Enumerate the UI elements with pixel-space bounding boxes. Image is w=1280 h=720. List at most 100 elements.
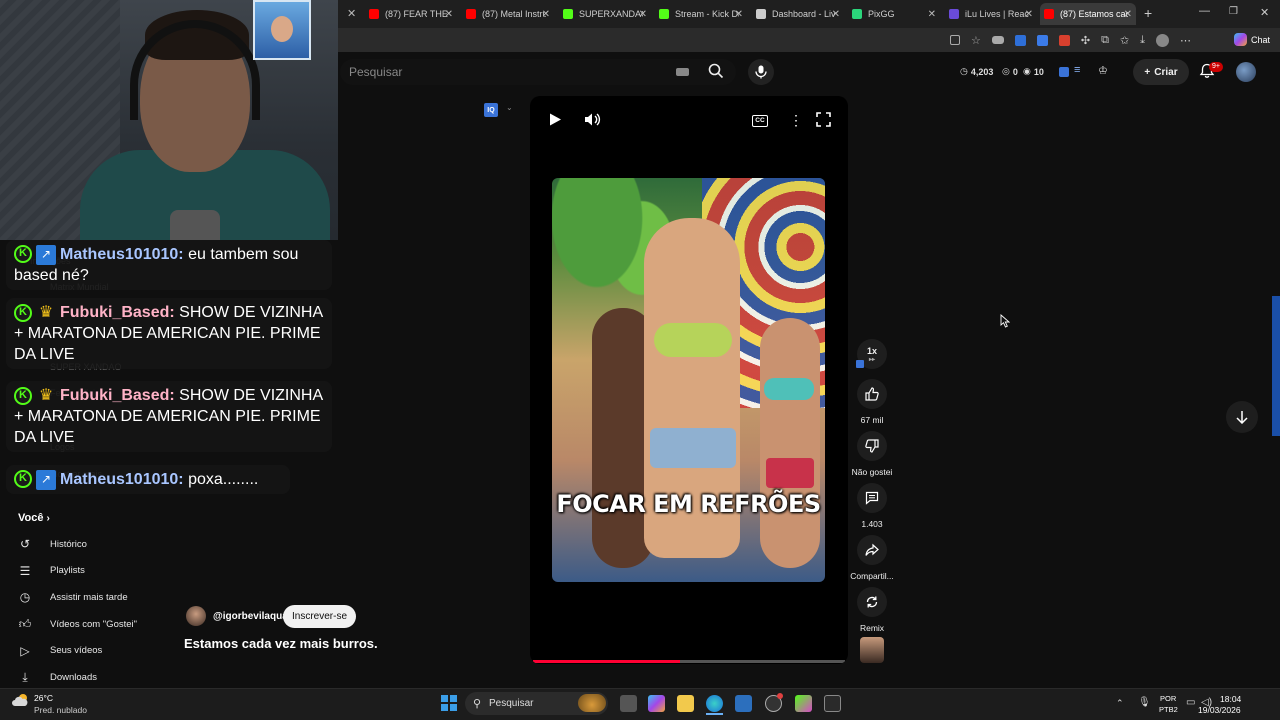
profile-icon[interactable] [1156, 33, 1170, 47]
tab-close-icon[interactable]: ✕ [735, 9, 743, 20]
sidebar-item[interactable]: ◷ Assistir mais tarde [18, 586, 318, 608]
channel-avatar[interactable] [186, 606, 206, 626]
office-icon[interactable] [1058, 34, 1070, 46]
list-icon[interactable]: ≡ [1074, 64, 1080, 76]
iq-extension-icon[interactable] [1059, 67, 1069, 77]
tab-close-icon[interactable]: ✕ [445, 9, 453, 20]
clock-time[interactable]: 18:04 [1220, 694, 1241, 704]
tab-close-icon[interactable]: ✕ [639, 9, 647, 20]
download-icon[interactable]: ⤓ [1140, 34, 1145, 47]
sidebar-item[interactable]: ⤓ Downloads [18, 667, 318, 689]
tray-chevron-icon[interactable]: ⌃ [1116, 698, 1124, 709]
remix-button[interactable]: Remix [850, 587, 894, 633]
translate-icon[interactable] [1036, 34, 1048, 46]
share-button[interactable]: Compartil... [850, 535, 894, 581]
keyboard-icon[interactable] [676, 68, 689, 76]
chat-text: poxa........ [188, 471, 259, 488]
search-highlight-icon[interactable] [578, 694, 606, 712]
split-screen-icon[interactable]: ⧉ [1101, 34, 1109, 47]
browser-tab[interactable]: (87) Metal Instru ✕ [462, 3, 554, 25]
tab-label: iLu Lives | React [965, 9, 1029, 19]
task-view-icon[interactable] [620, 695, 637, 712]
weather-description[interactable]: Pred. nublado [34, 705, 87, 715]
store-icon[interactable] [735, 695, 752, 712]
favorites-icon[interactable]: ✩ [1120, 34, 1129, 47]
tab-close-icon[interactable]: ✕ [542, 9, 550, 20]
shorts-player[interactable]: CC ⋮ FOCAR EM REFRÕES [530, 96, 848, 664]
browser-tab[interactable]: (87) Estamos cad ✕ [1040, 3, 1136, 25]
search-icon[interactable] [708, 63, 724, 84]
keyboard-layout[interactable]: PTB2 [1159, 705, 1178, 714]
copilot-chat-button[interactable]: Chat [1234, 33, 1270, 46]
create-button[interactable]: + Criar [1133, 59, 1189, 85]
like-icon: 👍︎ [18, 616, 32, 631]
edge-icon[interactable] [706, 695, 723, 712]
tab-close-icon[interactable]: ✕ [928, 9, 936, 20]
app-icon[interactable] [795, 695, 812, 712]
file-explorer-icon[interactable] [677, 695, 694, 712]
extension-shield-icon[interactable] [1014, 34, 1026, 46]
progress-bar[interactable] [533, 660, 845, 663]
voice-search-button[interactable] [748, 59, 774, 85]
account-avatar[interactable] [1236, 62, 1256, 82]
browser-tab[interactable]: (87) FEAR THE C✕ [365, 3, 457, 25]
language-indicator[interactable]: POR [1160, 694, 1176, 703]
tab-label: Stream - Kick Da [675, 9, 739, 19]
browser-tab[interactable]: iLu Lives | React ✕ [945, 3, 1037, 25]
chat-badges: K ♛ [14, 303, 56, 322]
play-icon[interactable] [548, 112, 562, 131]
extension-icon[interactable] [991, 36, 1004, 44]
close-window-button[interactable]: ✕ [1260, 6, 1269, 19]
weather-temp[interactable]: 26°C [34, 693, 53, 703]
network-icon[interactable]: ▭ [1186, 697, 1195, 708]
tab-close-icon[interactable]: ✕ [1124, 9, 1132, 20]
browser-tab[interactable]: SUPERXANDAO ✕ [559, 3, 651, 25]
browser-tab[interactable]: Dashboard - Liv ✕ [752, 3, 844, 25]
search-icon: ⚲ [473, 698, 482, 710]
stat-clock: ◷ 4,203 [960, 66, 994, 77]
kick-badge-icon: K [14, 386, 32, 405]
iq-extension-chip[interactable]: IQ [484, 103, 498, 117]
sidebar-item[interactable]: ☰ Playlists [18, 560, 318, 582]
channel-handle[interactable]: @igorbevilaqua [213, 611, 288, 622]
more-options-icon[interactable]: ⋮ [789, 112, 803, 129]
close-tab-icon[interactable]: ✕ [347, 7, 356, 20]
windows-start-icon[interactable] [441, 695, 457, 711]
copilot-app-icon[interactable] [648, 695, 665, 712]
tray-mic-icon[interactable]: 🎙 [1138, 697, 1151, 708]
notepad-icon[interactable] [824, 695, 841, 712]
mouse-cursor-icon [1000, 314, 1011, 333]
browser-tab[interactable]: PixGG ✕ [848, 3, 940, 25]
star-icon[interactable]: ☆ [971, 34, 981, 47]
browser-tab[interactable]: Stream - Kick Da ✕ [655, 3, 747, 25]
chevron-down-icon[interactable]: ⌄ [506, 103, 513, 112]
puzzle-icon[interactable]: ✣ [1081, 34, 1090, 47]
sidebar-item[interactable]: ↺ Histórico [18, 533, 318, 555]
weather-cloud-icon[interactable] [12, 693, 30, 707]
tab-close-icon[interactable]: ✕ [1025, 9, 1033, 20]
video-frame[interactable]: FOCAR EM REFRÕES [552, 178, 825, 582]
like-button[interactable]: 67 mil [850, 379, 894, 425]
search-input[interactable]: Pesquisar [349, 65, 402, 79]
subscribe-button[interactable]: Inscrever-se [283, 605, 356, 628]
clock-date[interactable]: 19/03/2026 [1198, 705, 1241, 715]
reader-icon[interactable] [950, 35, 960, 45]
fullscreen-icon[interactable] [816, 112, 831, 131]
maximize-button[interactable]: ❐ [1229, 6, 1238, 17]
tab-label: PixGG [868, 9, 895, 19]
channel-thumbnail[interactable] [860, 637, 884, 663]
more-icon[interactable]: ⋯ [1180, 34, 1191, 47]
trophy-icon[interactable]: ♔ [1098, 64, 1108, 77]
minimize-button[interactable]: — [1199, 5, 1210, 17]
next-short-button[interactable] [1226, 401, 1258, 433]
new-tab-button[interactable]: + [1144, 5, 1152, 21]
volume-icon[interactable] [584, 112, 601, 131]
sidebar-item-label: Playlists [50, 565, 85, 577]
clock-icon: ◷ [19, 590, 31, 605]
dislike-button[interactable]: Não gostei [850, 431, 894, 477]
captions-icon[interactable]: CC [752, 115, 768, 127]
sidebar-you-header[interactable]: Você › [18, 512, 50, 524]
comments-button[interactable]: 1.403 [850, 483, 894, 529]
tab-close-icon[interactable]: ✕ [832, 9, 840, 20]
eye-icon: ◉ [1023, 66, 1031, 76]
